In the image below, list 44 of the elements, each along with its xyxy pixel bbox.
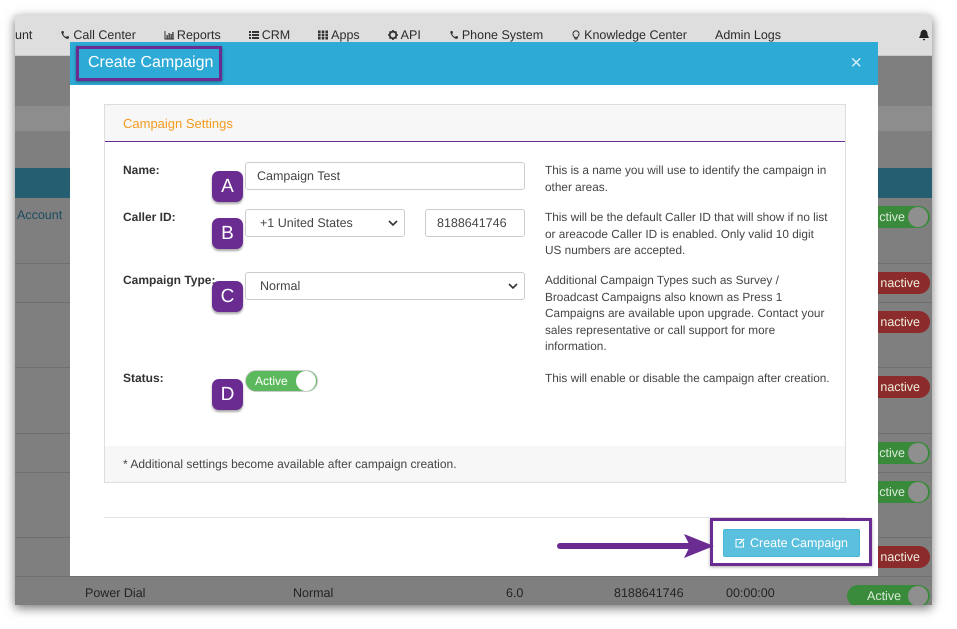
lightbulb-icon xyxy=(571,30,582,40)
name-field[interactable]: Campaign Test xyxy=(245,162,525,190)
help-text: Additional Campaign Types such as Survey / Broadcast Campaigns also known as Press 1 Campaigns are available upon upgrade. Contact your sales representative or call support for more information. xyxy=(545,272,826,354)
table-cell: Power Dial xyxy=(85,586,146,600)
table-cell: 6.0 xyxy=(506,586,524,600)
caller-id-field[interactable]: 8188641746 xyxy=(425,209,525,237)
field-label: Caller ID: xyxy=(123,209,177,224)
grid-icon xyxy=(318,30,328,40)
nav-link[interactable]: API xyxy=(388,28,421,42)
phone-icon xyxy=(448,30,459,40)
phone-icon xyxy=(60,30,70,40)
bar-chart-icon xyxy=(164,30,174,40)
settings-icon xyxy=(388,30,398,40)
table-cell: 00:00:00 xyxy=(726,586,775,600)
nav-link[interactable]: Phone System xyxy=(448,28,544,42)
chevron-down-icon xyxy=(508,283,518,289)
help-text: This will be the default Caller ID that will show if no list or areacode Caller ID is enabled. Only valid 10 digit US numbers are accepted. xyxy=(545,209,829,258)
panel-title: Campaign Settings xyxy=(123,116,233,130)
field-label: Status: xyxy=(123,370,165,385)
nav-link[interactable]: Reports xyxy=(164,28,221,42)
nav-link[interactable]: CRM xyxy=(248,28,290,42)
nav-link[interactable]: Call Center xyxy=(60,28,136,42)
modal-title: Create Campaign xyxy=(88,54,214,71)
campaign-type-select[interactable]: Normal xyxy=(245,272,525,300)
step-marker: B xyxy=(212,218,243,249)
edit-icon xyxy=(735,538,746,548)
field-label: Name: xyxy=(123,162,161,177)
nav-link[interactable]: Admin Logs xyxy=(714,28,781,42)
nav-link[interactable]: Knowledge Center xyxy=(571,28,687,42)
note-text: * Additional settings become available after campaign creation. xyxy=(123,457,457,471)
chevron-down-icon xyxy=(388,220,398,226)
step-marker: A xyxy=(212,171,243,202)
help-text: This is a name you will use to identify the campaign in other areas. xyxy=(545,162,828,195)
bell-icon[interactable] xyxy=(918,29,930,41)
table-cell: Normal xyxy=(293,586,334,600)
table-cell-text: Account xyxy=(16,208,62,222)
country-select[interactable]: +1 United States xyxy=(245,209,405,237)
table-cell: 8188641746 xyxy=(614,586,684,600)
nav-link[interactable]: Apps xyxy=(318,28,360,42)
help-text: This will enable or disable the campaign after creation. xyxy=(545,370,830,386)
step-marker: D xyxy=(212,379,243,410)
step-marker: C xyxy=(212,281,243,312)
nav-link[interactable]: unt xyxy=(15,28,32,42)
list-icon xyxy=(248,30,259,40)
